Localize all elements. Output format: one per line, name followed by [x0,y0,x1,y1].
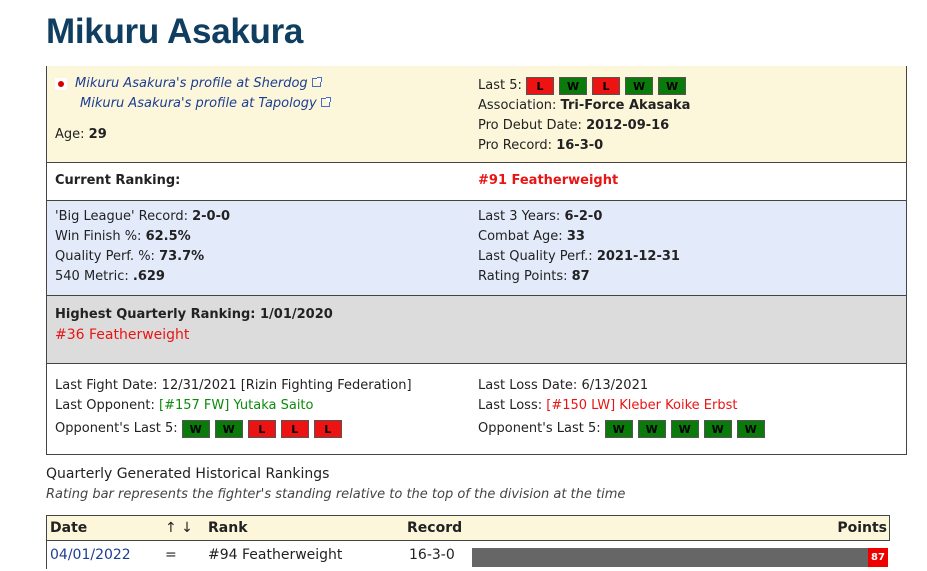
tapology-profile-link[interactable]: Mikuru Asakura's profile at Tapology [80,96,331,111]
highest-ranking-section: Highest Quarterly Ranking: 1/01/2020 #36… [46,296,907,364]
table-row: 04/01/2022 = #94 Featherweight 16-3-0 87 [46,541,890,569]
lossopp-result-badge: W [736,419,765,438]
rating-points-label: Rating Points: [478,269,568,284]
current-ranking-section: Current Ranking: #91 Featherweight [46,163,907,201]
last5-result-badge: W [658,76,687,95]
last-loss-label: Last Loss: [478,398,543,413]
history-table: Date ↑ ↓ Rank Record Points 04/01/2022 = #… [46,515,890,569]
metric-label: 540 Metric: [55,269,129,284]
lossopp-result-badge: W [670,419,699,438]
opp-result-badge: L [313,419,342,438]
external-link-icon [311,77,322,87]
opp-last5-label: Opponent's Last 5: [55,421,178,436]
rating-bar: 87 [472,548,888,567]
row-record: 16-3-0 [409,547,455,563]
win-finish-value: 62.5% [145,229,191,244]
current-ranking-value: #91 Featherweight [478,173,619,188]
header-points[interactable]: Points [837,516,887,540]
age-value: 29 [88,127,107,142]
last-fight-section: Last Fight Date: 12/31/2021 [Rizin Fight… [46,364,907,455]
rating-bar-points: 87 [868,548,888,567]
last5-badges: LWLWW [526,76,691,95]
row-change: = [165,547,177,563]
profile-section: Mikuru Asakura's profile at Sherdog Miku… [46,66,907,163]
big-league-label: 'Big League' Record: [55,209,188,224]
history-title: Quarterly Generated Historical Rankings [46,466,330,482]
pro-debut-label: Pro Debut Date: [478,118,582,133]
pro-debut-value: 2012-09-16 [586,118,670,133]
last3-value: 6-2-0 [564,209,603,224]
quality-perf-label: Quality Perf. %: [55,249,155,264]
lossopp-result-badge: W [604,419,633,438]
combat-age-value: 33 [566,229,585,244]
rating-points-value: 87 [571,269,590,284]
last-quality-label: Last Quality Perf.: [478,249,593,264]
loss-opp-last5-label: Opponent's Last 5: [478,421,601,436]
fighter-card: Mikuru Asakura's profile at Sherdog Miku… [46,66,907,455]
last5-result-badge: W [625,76,654,95]
history-table-header: Date ↑ ↓ Rank Record Points [46,515,890,541]
opp-result-badge: W [214,419,243,438]
pro-record-value: 16-3-0 [556,138,604,153]
current-ranking-label: Current Ranking: [55,173,181,188]
history-table-body: 04/01/2022 = #94 Featherweight 16-3-0 87 [46,541,890,569]
highest-ranking-label: Highest Quarterly Ranking: 1/01/2020 [55,307,333,322]
header-rank[interactable]: Rank [208,516,248,540]
sort-arrows-icon[interactable]: ↑ ↓ [165,516,193,540]
lossopp-result-badge: W [703,419,732,438]
combat-age-label: Combat Age: [478,229,563,244]
last5-label: Last 5: [478,78,522,93]
row-rank: #94 Featherweight [208,547,343,563]
win-finish-label: Win Finish %: [55,229,142,244]
header-record[interactable]: Record [407,516,462,540]
opp-result-badge: L [280,419,309,438]
opp-result-badge: W [181,419,210,438]
last-loss-date-label: Last Loss Date: [478,378,578,393]
last-loss-link[interactable]: [#150 LW] Kleber Koike Erbst [546,398,737,413]
row-date-link[interactable]: 04/01/2022 [50,541,131,569]
last5-result-badge: L [592,76,621,95]
external-link-icon [320,97,331,107]
last-opponent-label: Last Opponent: [55,398,155,413]
last-opponent-link[interactable]: [#157 FW] Yutaka Saito [159,398,313,413]
last5-result-badge: W [559,76,588,95]
last-loss-date-value: 6/13/2021 [581,378,649,393]
opp-last5-badges: WWLLL [181,419,347,438]
association-label: Association: [478,98,557,113]
lossopp-result-badge: W [637,419,666,438]
japan-flag-icon [55,77,67,90]
pro-record-label: Pro Record: [478,138,553,153]
association-value: Tri-Force Akasaka [560,98,691,113]
history-subtitle: Rating bar represents the fighter's stan… [46,487,626,502]
last-fight-date-label: Last Fight Date: [55,378,158,393]
sherdog-profile-link[interactable]: Mikuru Asakura's profile at Sherdog [75,76,322,91]
quality-perf-value: 73.7% [159,249,205,264]
tapology-link-text: Mikuru Asakura's profile at Tapology [80,96,317,111]
header-date[interactable]: Date [50,516,87,540]
last3-label: Last 3 Years: [478,209,561,224]
opp-result-badge: L [247,419,276,438]
sherdog-link-text: Mikuru Asakura's profile at Sherdog [75,76,308,91]
stats-section: 'Big League' Record: 2-0-0 Win Finish %:… [46,201,907,296]
metric-value: .629 [132,269,165,284]
last5-row: Last 5: LWLWW [478,76,691,96]
last-quality-value: 2021-12-31 [596,249,680,264]
page-title: Mikuru Asakura [46,12,304,51]
big-league-value: 2-0-0 [192,209,231,224]
last-fight-date-value: 12/31/2021 [Rizin Fighting Federation] [161,378,412,393]
last5-result-badge: L [526,76,555,95]
highest-ranking-value: #36 Featherweight [55,327,190,343]
loss-opp-last5-badges: WWWWW [604,419,770,438]
age-label: Age: [55,127,85,142]
